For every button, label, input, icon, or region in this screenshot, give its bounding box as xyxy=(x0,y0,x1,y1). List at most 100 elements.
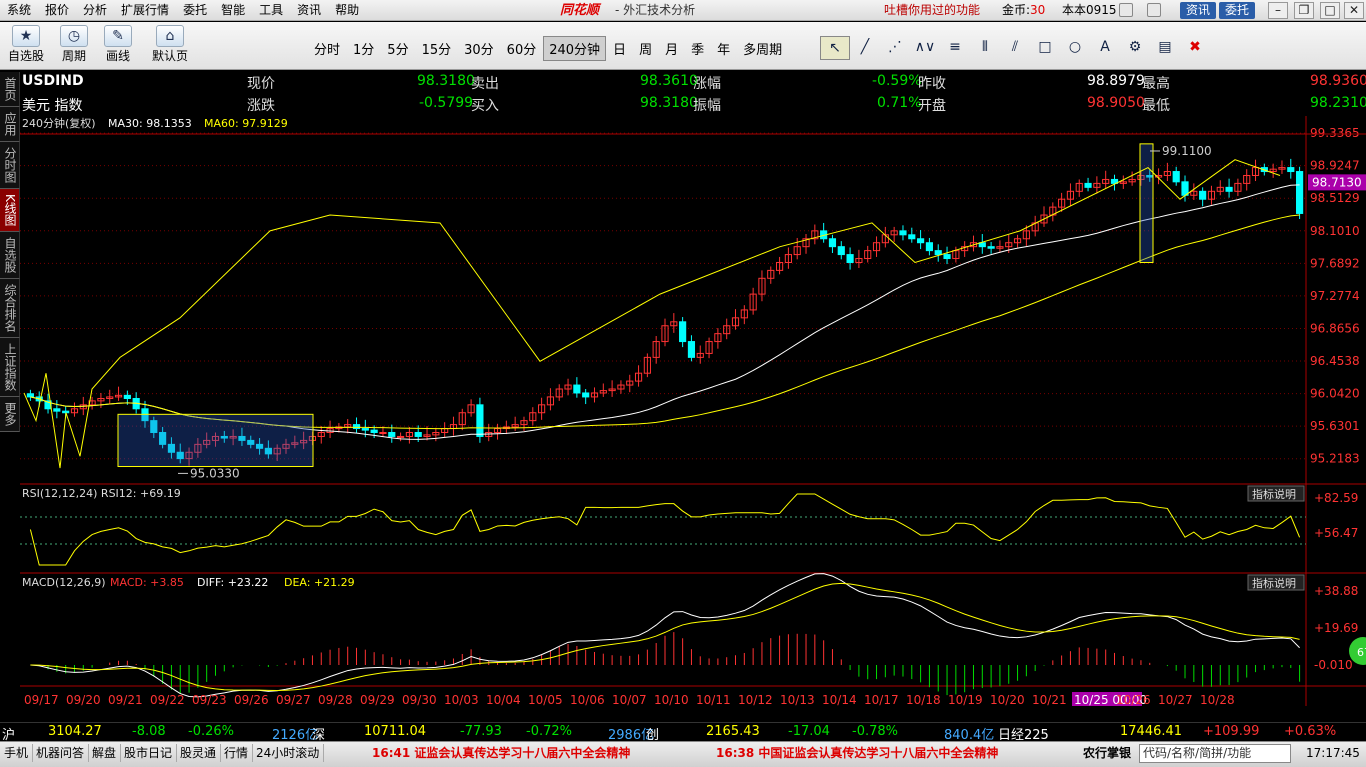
period-9[interactable]: 月 xyxy=(659,36,684,61)
y-tick-10: 95.2183 xyxy=(1310,452,1360,466)
candle-body-120 xyxy=(1084,182,1092,188)
news-ticker-2[interactable]: 16:38 中国证监会认真传达学习十八届六中全会精神 xyxy=(716,744,998,762)
username[interactable]: 本本0915 xyxy=(1062,0,1117,21)
sh-index: 3104.27 xyxy=(48,724,102,739)
period-3[interactable]: 15分 xyxy=(416,36,458,61)
x-tick-26: 10/26 xyxy=(1116,693,1151,706)
x-tick-4: 09/23 xyxy=(192,693,227,706)
ma30-label: MA30: 98.1353 xyxy=(108,117,192,130)
menu-extended-quote[interactable]: 扩展行情 xyxy=(114,0,176,21)
pct-change-value: -0.59% xyxy=(872,73,922,89)
current-price-text: 98.7130 xyxy=(1312,175,1362,189)
sidebar-item-4[interactable]: 自选股 xyxy=(0,231,20,279)
gulingtong-button[interactable]: 股灵通 xyxy=(176,744,222,762)
search-input[interactable]: 代码/名称/简拼/功能 xyxy=(1139,744,1291,763)
menu-quote[interactable]: 报价 xyxy=(38,0,76,21)
period-12[interactable]: 多周期 xyxy=(737,36,788,61)
nikkei-percent: +0.63% xyxy=(1284,724,1337,739)
cursor-icon[interactable]: ↖ xyxy=(820,36,850,60)
rectangle-icon[interactable]: □ xyxy=(1030,36,1060,60)
x-tick-8: 09/29 xyxy=(360,693,395,706)
menu-system[interactable]: 系统 xyxy=(0,0,38,21)
period-6[interactable]: 240分钟 xyxy=(543,36,607,61)
menu-tools[interactable]: 工具 xyxy=(252,0,290,21)
bid-label: 买入 xyxy=(471,98,499,114)
period-2[interactable]: 5分 xyxy=(381,36,414,61)
amplitude-value: 0.71% xyxy=(877,95,922,111)
diary-button[interactable]: 股市日记 xyxy=(120,744,178,762)
parallel-line-icon[interactable]: ⋰ xyxy=(880,36,910,60)
fib-icon[interactable]: ≡ xyxy=(940,36,970,60)
x-tick-3: 09/22 xyxy=(150,693,185,706)
menu-help[interactable]: 帮助 xyxy=(328,0,366,21)
shirt-icon[interactable] xyxy=(1147,3,1161,17)
sidebar-item-3[interactable]: K线图 xyxy=(0,189,20,232)
sh-change: -8.08 xyxy=(132,724,166,739)
ask-label: 卖出 xyxy=(471,76,499,92)
trade-button[interactable]: 委托 xyxy=(1219,2,1256,19)
sidebar-item-7[interactable]: 更多 xyxy=(0,396,20,432)
bank-link[interactable]: 农行掌银 xyxy=(1083,744,1131,762)
app-logo: 同花顺 xyxy=(560,3,600,18)
watchlist-button[interactable]: ★ 自选股 xyxy=(6,25,46,63)
quote-button[interactable]: 行情 xyxy=(220,744,254,762)
period-4[interactable]: 30分 xyxy=(458,36,500,61)
robot-qa-button[interactable]: 机器问答 xyxy=(32,744,90,762)
news-button[interactable]: 资讯 xyxy=(1180,2,1217,19)
low-label: 最低 xyxy=(1142,98,1170,114)
menu-trade[interactable]: 委托 xyxy=(176,0,214,21)
ellipse-icon[interactable]: ○ xyxy=(1060,36,1090,60)
sidebar-item-5[interactable]: 综合排名 xyxy=(0,278,20,338)
x-tick-19: 10/14 xyxy=(822,693,857,706)
x-tick-14: 10/07 xyxy=(612,693,647,706)
line-icon[interactable]: ╱ xyxy=(850,36,880,60)
x-tick-6: 09/27 xyxy=(276,693,311,706)
text-icon[interactable]: A xyxy=(1090,36,1120,60)
period-0[interactable]: 分时 xyxy=(308,36,346,61)
sidebar-item-6[interactable]: 上证指数 xyxy=(0,337,20,397)
period-10[interactable]: 季 xyxy=(685,36,710,61)
default-page-button[interactable]: ⌂ 默认页 xyxy=(150,25,190,63)
period-1[interactable]: 1分 xyxy=(347,36,380,61)
analysis-button[interactable]: 解盘 xyxy=(88,744,122,762)
candle-body-93 xyxy=(846,254,854,263)
period-button[interactable]: ◷ 周期 xyxy=(54,25,94,63)
maximize-icon[interactable]: □ xyxy=(1320,2,1340,19)
feedback-link[interactable]: 吐槽你用过的功能 xyxy=(884,0,980,21)
left-sidebar: 首页 应用 分时图 K线图 自选股 综合排名 上证指数 更多 xyxy=(0,72,20,742)
candle-body-91 xyxy=(828,238,837,248)
y-tick-4: 97.6892 xyxy=(1310,256,1360,270)
minimize-icon[interactable]: – xyxy=(1268,2,1288,19)
menu-smart[interactable]: 智能 xyxy=(214,0,252,21)
menu-news[interactable]: 资讯 xyxy=(290,0,328,21)
sidebar-item-0[interactable]: 首页 xyxy=(0,72,20,107)
rolling-news-button[interactable]: 24小时滚动 xyxy=(252,744,325,762)
eraser-icon[interactable]: ▤ xyxy=(1150,36,1180,60)
kline-chart[interactable]: 99.3365 98.9247 98.5129 98.1010 97.6892 97.27… xyxy=(20,116,1366,706)
restore-icon[interactable]: ❐ xyxy=(1294,2,1314,19)
wave-icon[interactable]: ∧∨ xyxy=(910,36,940,60)
mobile-button[interactable]: 手机 xyxy=(0,744,34,762)
market-status-bar: 沪 3104.27 -8.08 -0.26% 2126亿 深 10711.04 … xyxy=(0,722,1366,743)
y-tick-6: 96.8656 xyxy=(1310,321,1360,335)
sidebar-item-2[interactable]: 分时图 xyxy=(0,142,20,189)
sz-percent: -0.72% xyxy=(526,724,572,739)
delete-icon[interactable]: ✖ xyxy=(1180,36,1210,60)
period-11[interactable]: 年 xyxy=(711,36,736,61)
quote-panel: USDIND 美元 指数 现价 98.3180 涨跌 -0.5799 卖出 98… xyxy=(22,72,1366,116)
period-8[interactable]: 周 xyxy=(633,36,658,61)
prev-close-value: 98.8979 xyxy=(1087,73,1145,89)
close-icon[interactable]: ✕ xyxy=(1344,2,1364,19)
star-icon: ★ xyxy=(12,25,40,47)
bars-icon[interactable]: ⦀ xyxy=(970,36,1000,60)
news-ticker-1[interactable]: 16:41 证监会认真传达学习十八届六中全会精神 xyxy=(372,744,630,762)
channel-icon[interactable]: ⫽ xyxy=(1000,36,1030,60)
gear-icon[interactable]: ⚙ xyxy=(1120,36,1150,60)
period-5[interactable]: 60分 xyxy=(501,36,543,61)
app-window: 系统 报价 分析 扩展行情 委托 智能 工具 资讯 帮助 同花顺 - 外汇技术分… xyxy=(0,0,1366,767)
menu-analysis[interactable]: 分析 xyxy=(76,0,114,21)
sidebar-item-1[interactable]: 应用 xyxy=(0,107,20,142)
drawline-button[interactable]: ✎ 画线 xyxy=(98,25,138,63)
bell-icon[interactable] xyxy=(1119,3,1133,17)
period-7[interactable]: 日 xyxy=(607,36,632,61)
